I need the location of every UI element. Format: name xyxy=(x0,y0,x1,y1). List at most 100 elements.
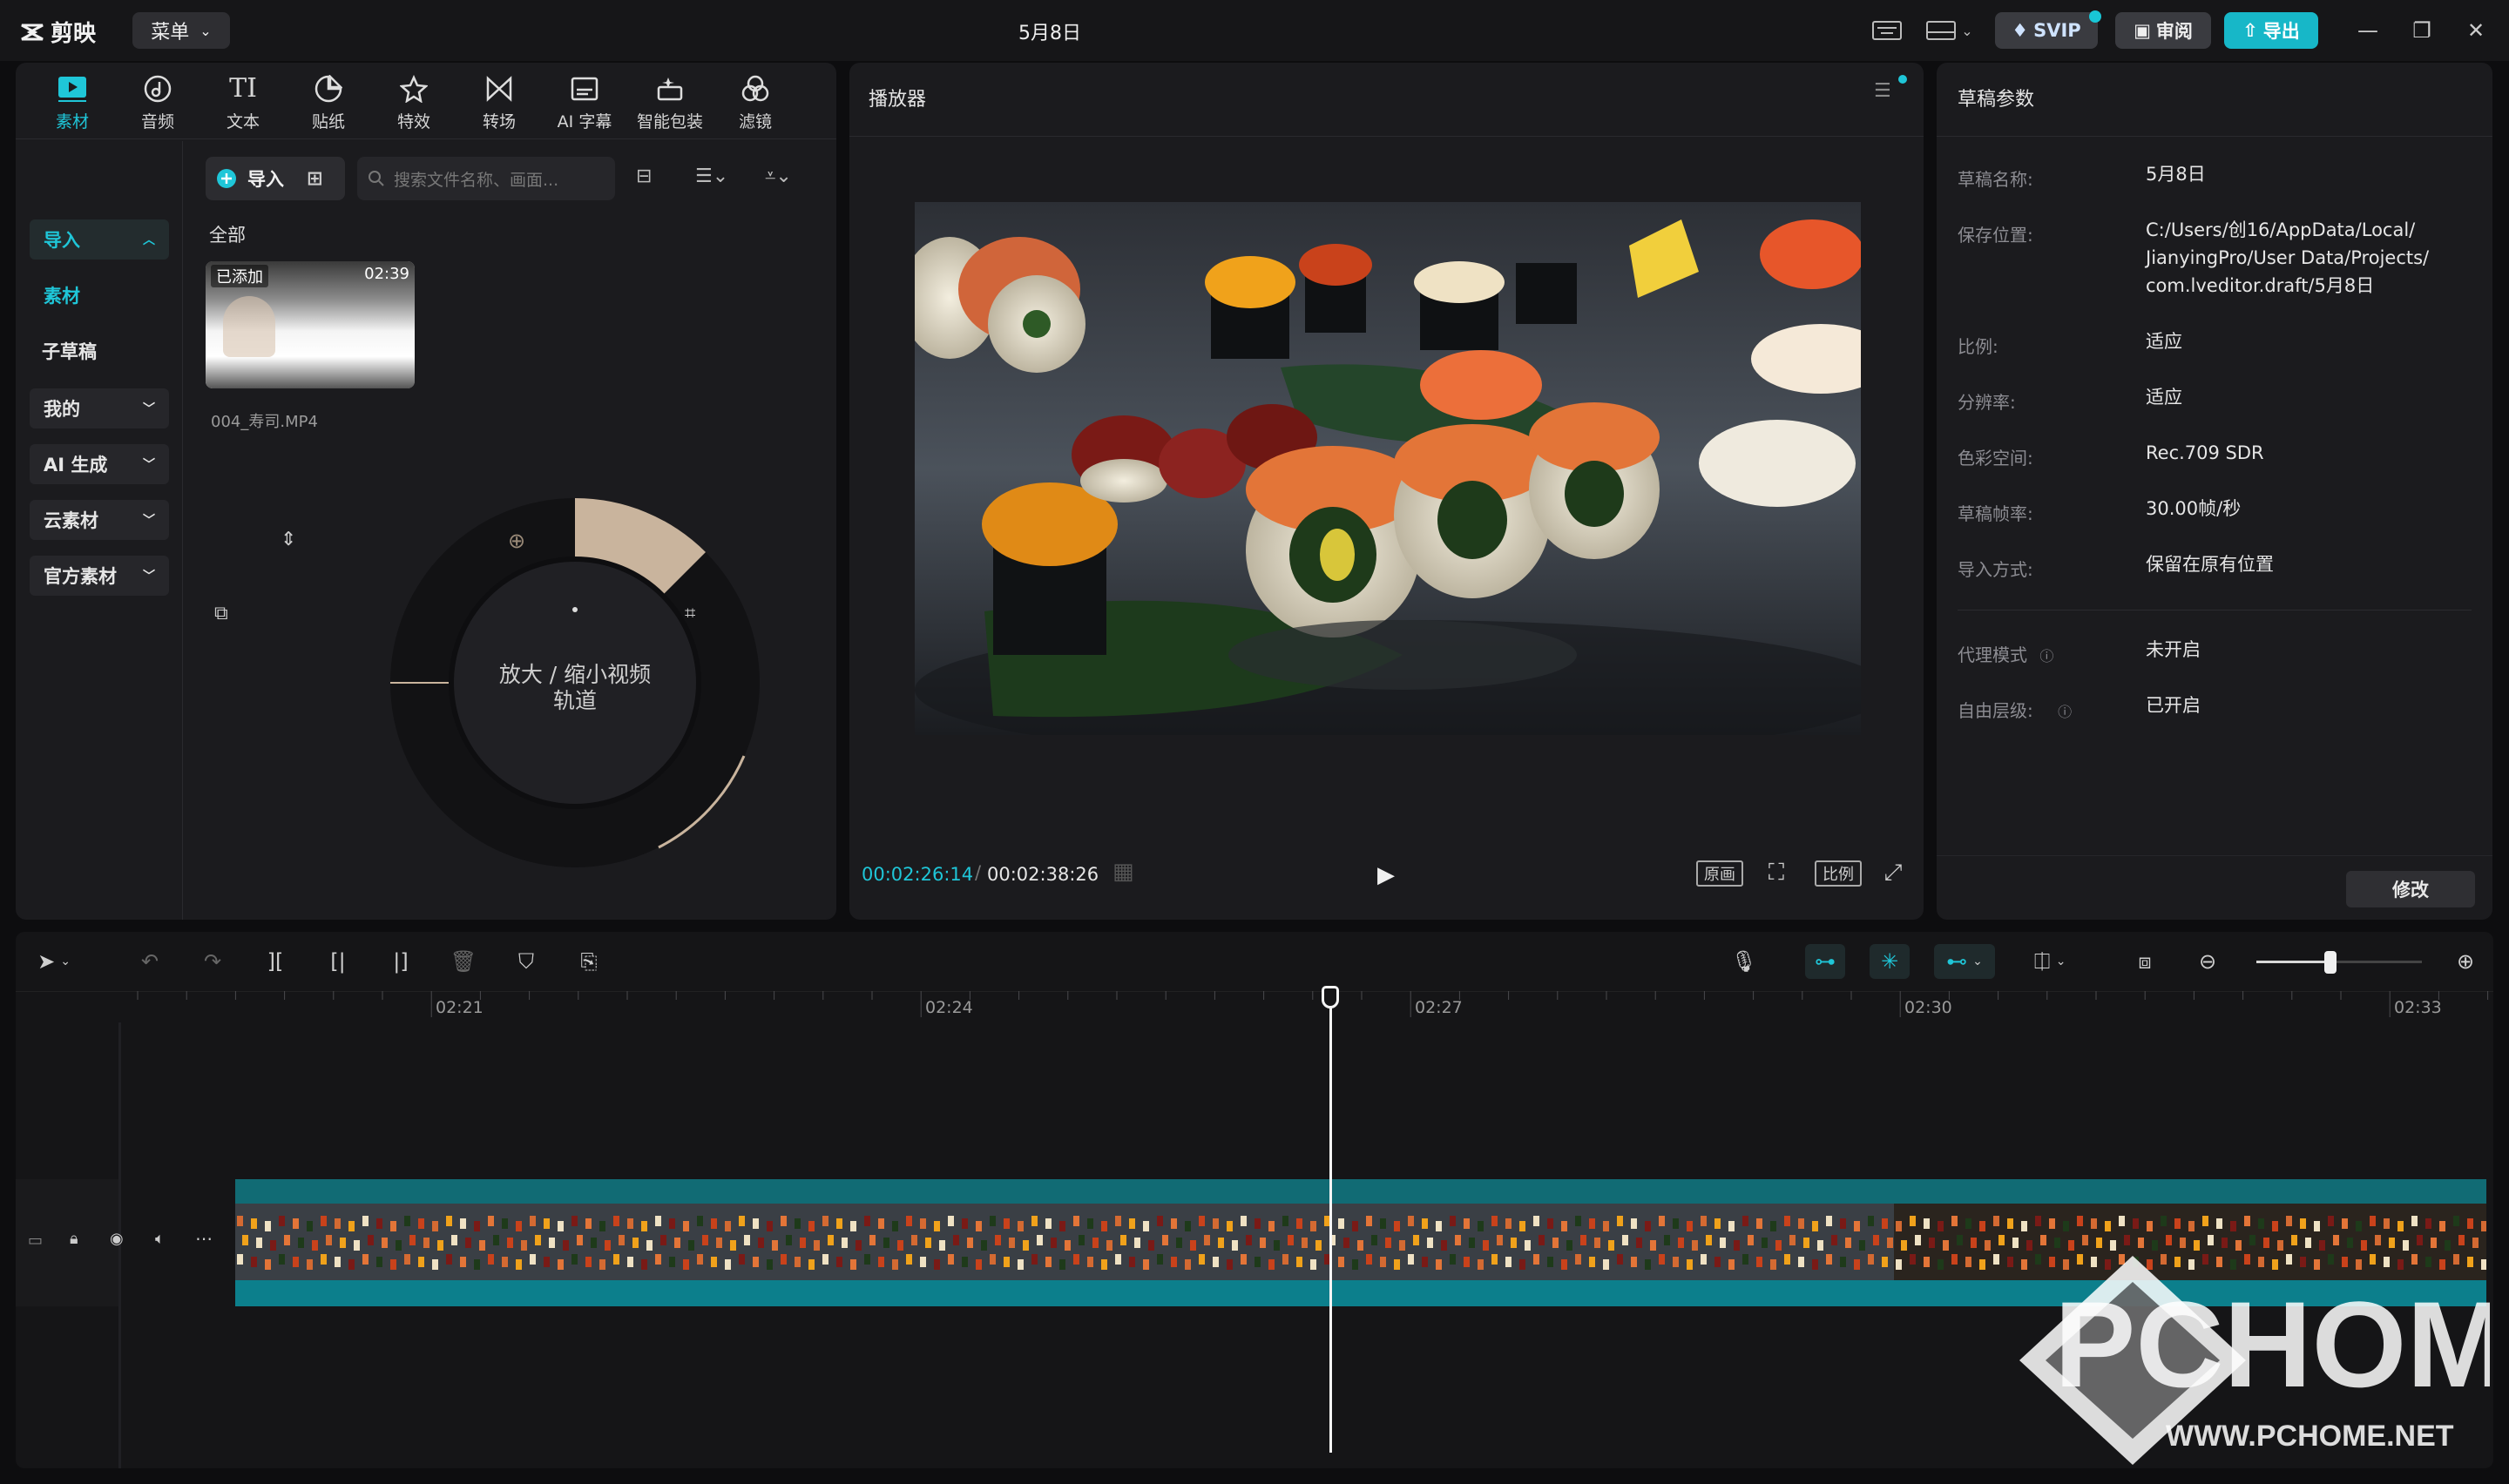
title-bar: 剪映 菜单 ⌄ 5月8日 ⌄ ♦ SVIP ▣ 审阅 ⇧ 导出 — ❐ ✕ xyxy=(0,0,2509,61)
microphone-icon[interactable]: 🎙 xyxy=(1727,944,1762,979)
export-button[interactable]: ⇧ 导出 xyxy=(2224,12,2318,49)
zoom-in-icon[interactable]: ⊕ xyxy=(2448,944,2483,979)
qr-grid-icon[interactable]: ⊞ xyxy=(307,168,322,190)
minimize-icon[interactable]: — xyxy=(2349,14,2387,47)
clip-frame-detail xyxy=(1636,1238,1642,1248)
clip-frame-detail xyxy=(502,1218,508,1229)
tab-text[interactable]: TI 文本 xyxy=(202,68,284,138)
media-thumbnail[interactable]: 已添加 02:39 xyxy=(206,261,415,388)
focus-icon[interactable]: ⌗ xyxy=(685,603,695,624)
import-button[interactable]: 导入 ⊞ xyxy=(206,157,345,200)
clip-frame-detail xyxy=(1450,1216,1456,1226)
clip-frame-detail xyxy=(2235,1240,2242,1251)
volume-icon[interactable]: 🔈︎ xyxy=(155,1230,165,1248)
help-icon[interactable]: ⓘ xyxy=(2039,648,2053,664)
location-line-2: JianyingPro/User Data/Projects/ xyxy=(2146,247,2430,268)
tab-ai-caption[interactable]: AI 字幕 xyxy=(544,68,626,138)
clip-frame-detail xyxy=(585,1218,592,1229)
more-icon[interactable]: ⋯ xyxy=(195,1228,213,1249)
all-filter-label[interactable]: 全部 xyxy=(209,221,246,247)
preview-axis-icon[interactable]: ⎅ ⌄ xyxy=(2019,944,2080,979)
sort-icon[interactable]: ☰⌄ xyxy=(695,165,728,187)
help-icon[interactable]: ⓘ xyxy=(2058,704,2072,720)
clip-frame-detail xyxy=(251,1218,257,1229)
fullscreen-icon[interactable]: ⤢ xyxy=(1876,857,1910,888)
restore-icon[interactable]: ❐ xyxy=(2403,14,2441,47)
video-preview[interactable] xyxy=(915,202,1861,735)
clip-frame-detail xyxy=(1338,1257,1344,1267)
redo-icon[interactable]: ↷ xyxy=(195,944,230,979)
filter-sort-icon[interactable]: ⩡⌄ xyxy=(765,165,792,187)
svip-button[interactable]: ♦ SVIP xyxy=(1995,12,2098,49)
clip-frame-detail xyxy=(1603,1259,1609,1270)
clip-frame-detail xyxy=(697,1216,703,1226)
eye-icon[interactable]: ◉ xyxy=(110,1230,124,1248)
tab-audio[interactable]: 音频 xyxy=(117,68,199,138)
trim-left-icon[interactable]: [| xyxy=(321,944,355,979)
clip-frame-detail xyxy=(293,1257,299,1267)
zoom-in-icon[interactable]: ⊕ xyxy=(508,529,525,553)
aspect-ratio-button[interactable]: 比例 xyxy=(1815,860,1862,887)
split-icon[interactable]: ][ xyxy=(258,944,293,979)
sidebar-item-import[interactable]: 导入 ︿ xyxy=(30,219,169,260)
undo-icon[interactable]: ↶ xyxy=(132,944,167,979)
playhead-handle[interactable] xyxy=(1322,986,1339,1008)
zoom-slider-handle[interactable] xyxy=(2324,951,2337,974)
sidebar-item-mine[interactable]: 我的 ﹀ xyxy=(30,388,169,428)
sidebar-item-media[interactable]: 素材 xyxy=(44,282,80,308)
delete-icon[interactable]: 🗑 xyxy=(446,944,481,979)
trim-right-icon[interactable]: |] xyxy=(383,944,418,979)
tab-media[interactable]: 素材 xyxy=(31,68,113,138)
export-frame-icon[interactable]: ⎘ xyxy=(571,944,606,979)
sidebar-item-sub-draft[interactable]: 子草稿 xyxy=(42,338,97,364)
clip-frame-detail xyxy=(432,1259,438,1270)
track-preview-icon[interactable]: ⧈ xyxy=(2127,944,2162,979)
clip-frame-detail xyxy=(1115,1216,1121,1226)
svip-label: SVIP xyxy=(2033,20,2081,41)
play-button[interactable]: ▶ xyxy=(1377,862,1395,888)
clip-frame-detail xyxy=(2375,1235,2381,1245)
grid-view-icon[interactable]: ⊟ xyxy=(636,165,652,187)
clip-frame-detail xyxy=(1519,1221,1525,1231)
fit-frame-icon[interactable]: ⛶ xyxy=(1759,857,1794,888)
shortcut-keyboard-icon[interactable] xyxy=(1868,14,1906,47)
zoom-out-icon[interactable]: ⊖ xyxy=(2190,944,2225,979)
main-track-magnet-icon[interactable]: ⊶ xyxy=(1805,944,1845,979)
clip-frame-detail xyxy=(1436,1221,1442,1231)
clip-frame-detail xyxy=(2124,1235,2130,1245)
time-ruler[interactable]: 02:21 02:24 02:27 02:30 02:33 xyxy=(16,991,2493,1022)
linkage-icon[interactable]: ⊷ ⌄ xyxy=(1934,944,1995,979)
original-quality-button[interactable]: 原画 xyxy=(1696,860,1743,887)
timecode-grid-icon[interactable]: ▦ xyxy=(1112,859,1134,885)
track-cover-icon[interactable]: ▭ xyxy=(28,1231,43,1250)
select-tool-icon[interactable]: ➤ ⌄ xyxy=(28,944,80,979)
sidebar-item-ai-gen[interactable]: AI 生成 ﹀ xyxy=(30,444,169,484)
clip-frame-detail xyxy=(2328,1216,2334,1226)
player-menu-icon[interactable]: ☰ xyxy=(1874,80,1891,102)
auto-snap-icon[interactable]: ✳ xyxy=(1870,944,1910,979)
track-insert-icon[interactable]: ⧉ xyxy=(214,603,228,624)
modify-button[interactable]: 修改 xyxy=(2346,871,2475,907)
tab-effects[interactable]: 特效 xyxy=(373,68,455,138)
review-button[interactable]: ▣ 审阅 xyxy=(2115,12,2211,49)
clip-frame-detail xyxy=(279,1254,285,1265)
layout-icon[interactable]: ⌄ xyxy=(1922,14,1978,47)
tab-sticker[interactable]: 贴纸 xyxy=(287,68,369,138)
sidebar-item-official[interactable]: 官方素材 ﹀ xyxy=(30,556,169,596)
player-panel: 播放器 ☰ 00:02:26:14 / 00:02:38:26 ▦ ▶ 原画 ⛶… xyxy=(849,63,1924,920)
search-input[interactable]: 搜索文件名称、画面... xyxy=(357,157,615,200)
tab-transition[interactable]: 转场 xyxy=(458,68,540,138)
expand-vertical-icon[interactable]: ⇕ xyxy=(281,529,296,550)
lock-icon[interactable]: 🔒︎ xyxy=(70,1230,78,1248)
clip-frame-detail xyxy=(558,1221,564,1231)
clip-frame-detail xyxy=(423,1238,429,1248)
playhead-line[interactable] xyxy=(1329,991,1332,1453)
shield-icon[interactable]: ⛉ xyxy=(509,944,544,979)
close-icon[interactable]: ✕ xyxy=(2457,14,2495,47)
menu-button[interactable]: 菜单 ⌄ xyxy=(132,12,230,49)
clip-frame-detail xyxy=(1957,1235,1963,1245)
tab-filter[interactable]: 滤镜 xyxy=(714,68,796,138)
sidebar-item-cloud[interactable]: 云素材 ﹀ xyxy=(30,500,169,540)
tab-smart-pack[interactable]: 智能包装 xyxy=(629,68,711,138)
clip-frame-detail xyxy=(627,1218,633,1229)
